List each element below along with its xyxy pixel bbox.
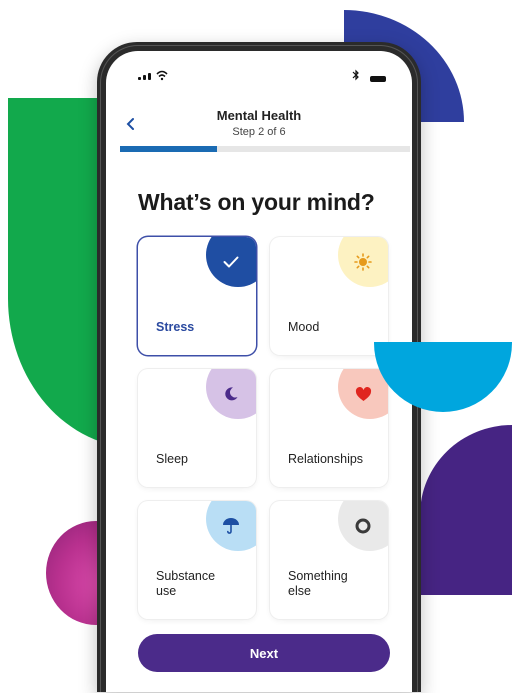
- option-badge: [338, 501, 388, 551]
- option-label: Sleep: [156, 452, 188, 466]
- option-relationships[interactable]: Relationships: [270, 369, 388, 487]
- option-label: Stress: [156, 320, 195, 334]
- progress-fill: [120, 146, 217, 152]
- option-sleep[interactable]: Sleep: [138, 369, 256, 487]
- check-icon: [223, 256, 239, 268]
- umbrella-icon: [223, 518, 239, 534]
- progress-bar: [120, 146, 410, 152]
- option-mood[interactable]: Mood: [270, 237, 388, 355]
- step-indicator: Step 2 of 6: [232, 126, 286, 138]
- option-substance-use[interactable]: Substance use: [138, 501, 256, 619]
- option-something-else[interactable]: Something else: [270, 501, 388, 619]
- option-label: Something else: [288, 569, 348, 598]
- option-badge: [206, 501, 256, 551]
- selected-badge: [206, 237, 256, 287]
- circle-icon: [355, 518, 371, 534]
- moon-icon: [225, 387, 238, 401]
- battery-icon: [370, 76, 386, 82]
- option-badge: [206, 369, 256, 419]
- page-title: Mental Health: [216, 108, 302, 123]
- option-badge: [338, 237, 388, 287]
- option-label: Substance use: [156, 569, 216, 598]
- bluetooth-icon: [352, 69, 359, 81]
- sun-icon: [354, 253, 372, 271]
- option-badge: [338, 369, 388, 419]
- option-label: Relationships: [288, 452, 364, 466]
- question-heading: What’s on your mind?: [138, 189, 375, 215]
- option-label: Mood: [288, 320, 320, 334]
- signal-icon: [138, 73, 151, 80]
- next-button[interactable]: Next: [138, 634, 390, 672]
- heart-icon: [355, 386, 371, 401]
- wifi-icon: [156, 70, 168, 81]
- option-stress[interactable]: Stress: [138, 237, 256, 355]
- decorative-purple-shape: [420, 425, 512, 595]
- app-screen: Mental Health Step 2 of 6 What’s on your…: [106, 51, 412, 692]
- phone-frame: Mental Health Step 2 of 6 What’s on your…: [97, 42, 421, 692]
- status-bar: [106, 51, 412, 91]
